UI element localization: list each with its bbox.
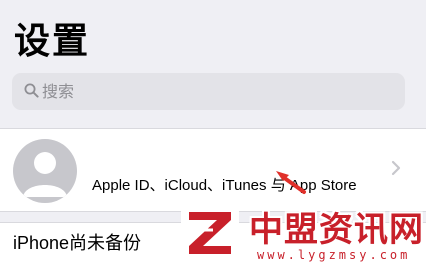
search-input[interactable] xyxy=(42,73,392,110)
chevron-right-icon xyxy=(391,160,401,176)
watermark-name: 中盟资讯网 xyxy=(249,210,424,250)
account-subtitle: Apple ID、iCloud、iTunes 与 App Store xyxy=(92,177,357,194)
avatar-person-icon xyxy=(23,152,67,197)
backup-label: iPhone尚未备份 xyxy=(13,233,142,253)
watermark-logo-icon xyxy=(181,206,239,258)
avatar xyxy=(13,139,77,203)
watermark: 中盟资讯网 www.lygzmsy.com xyxy=(175,196,426,270)
page-title: 设置 xyxy=(14,21,91,62)
annotation-arrow-icon xyxy=(276,171,306,194)
watermark-url: www.lygzmsy.com xyxy=(257,248,411,262)
search-bar[interactable] xyxy=(12,73,405,110)
search-icon xyxy=(24,83,39,98)
